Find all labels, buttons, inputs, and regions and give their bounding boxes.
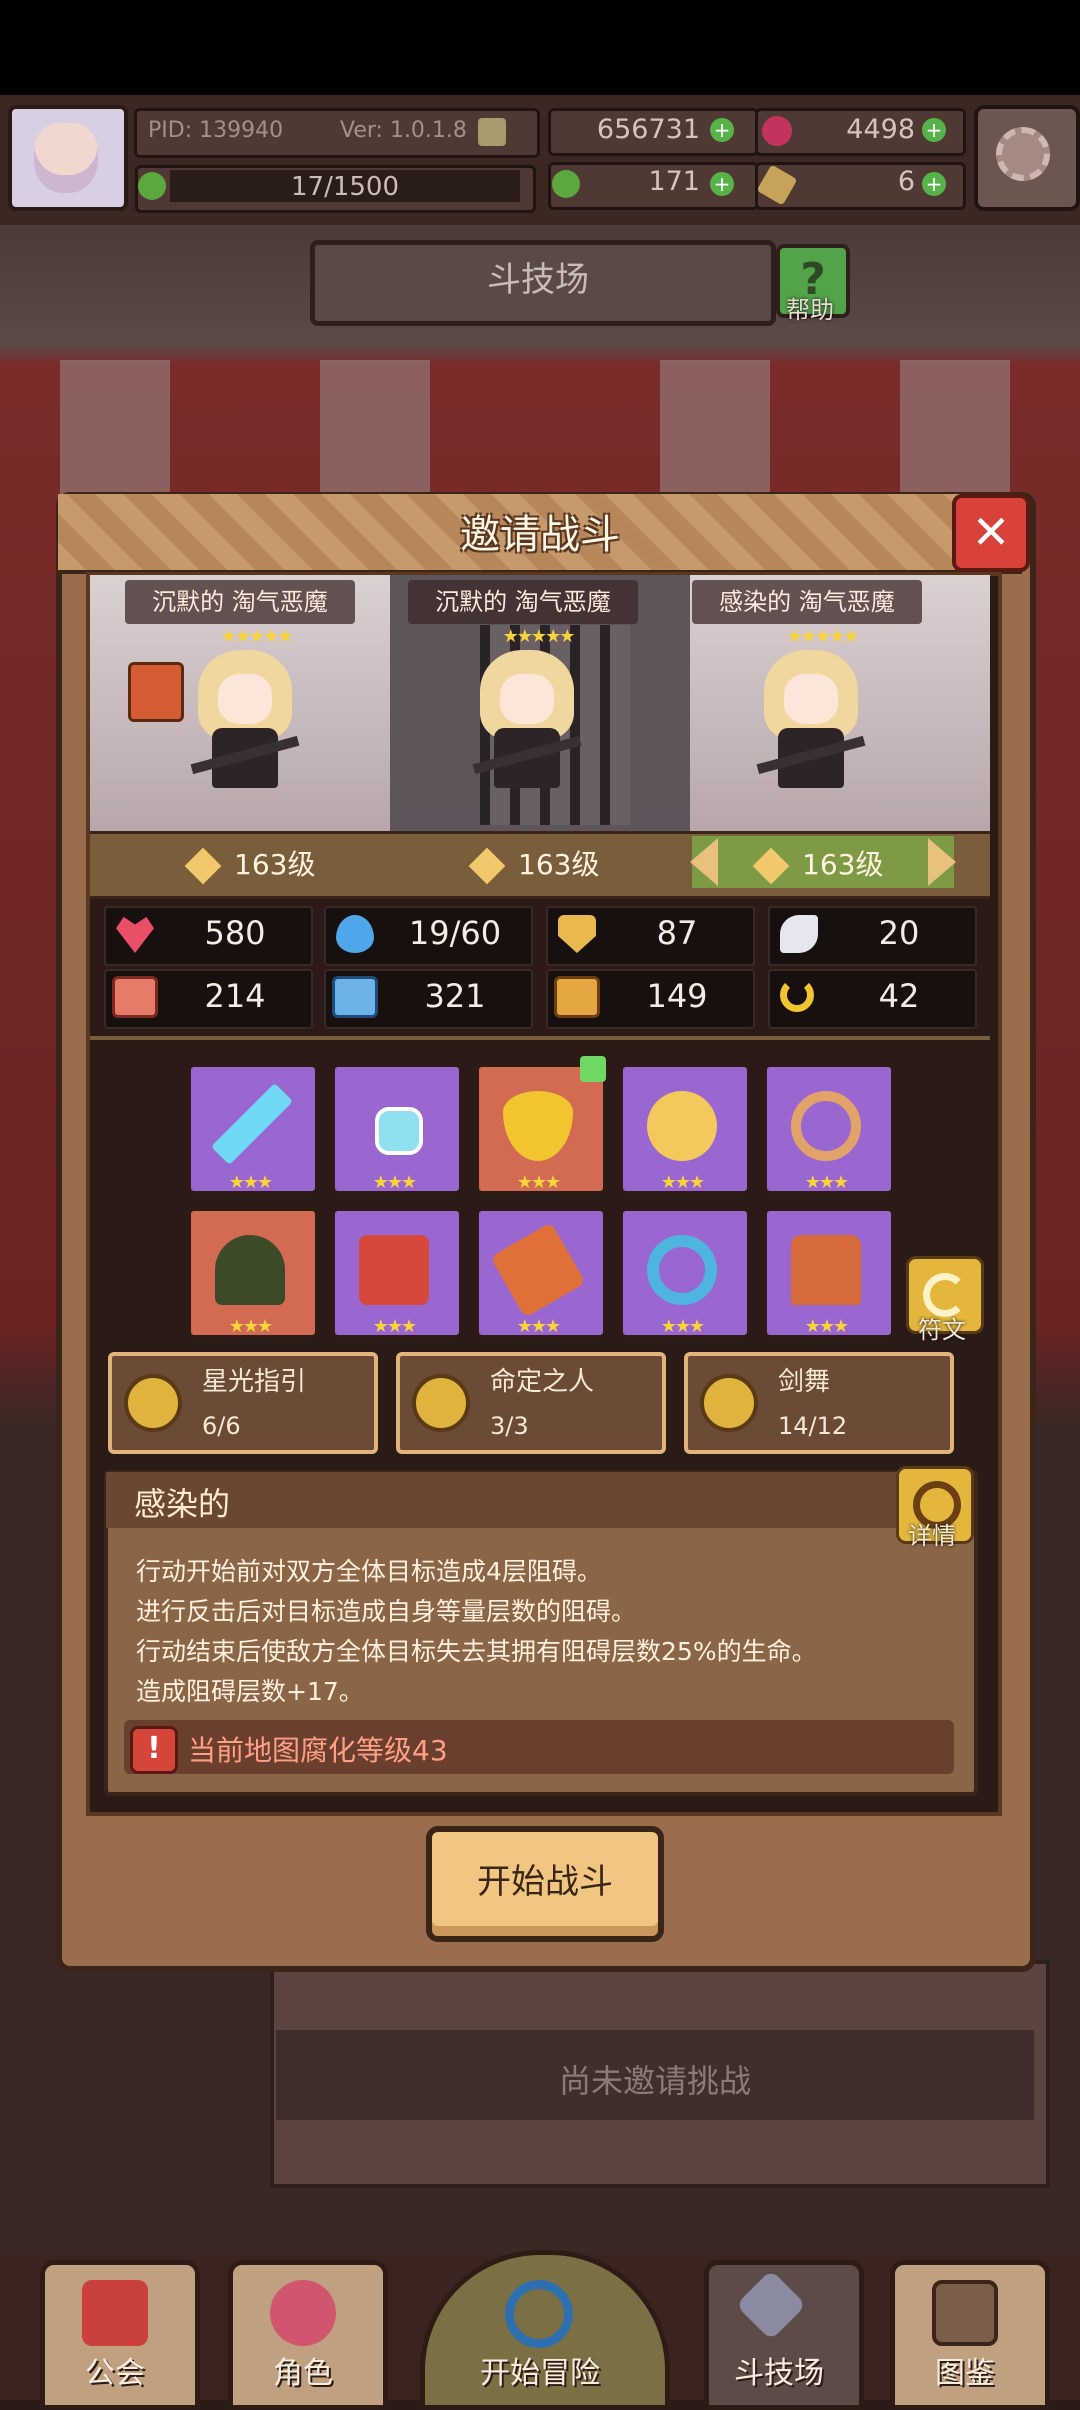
stat-defense-value: 87 (656, 914, 698, 952)
set-name-3: 剑舞 (778, 1367, 831, 1397)
water-drop-icon (336, 915, 374, 953)
level-text-2: 163级 (518, 848, 600, 881)
divider (90, 1036, 990, 1040)
exclamation-icon: ! (130, 1726, 178, 1774)
stat-attack-value: 214 (204, 977, 266, 1015)
clover-icon (138, 172, 166, 200)
nav-character-label: 角色 (273, 2356, 333, 2391)
item-stars: ★★★ (804, 1316, 849, 1337)
player-avatar[interactable] (8, 105, 128, 211)
opponent-name-3: 感染的 淘气恶魔 (692, 580, 922, 624)
game-version: Ver: 1.0.1.8 (340, 118, 467, 143)
set-count-1: 6/6 (202, 1412, 241, 1440)
set-coin-icon (700, 1374, 758, 1432)
item-stars: ★★★ (372, 1316, 417, 1337)
key-amount: 6 (897, 166, 915, 197)
opponent-stars-3: ★★★★★ (786, 626, 860, 647)
clover-amount: 171 (648, 166, 700, 197)
nav-start-adventure-label: 开始冒险 (480, 2356, 600, 2391)
item-stars: ★★★ (372, 1172, 417, 1193)
close-button[interactable]: ✕ (952, 494, 1030, 572)
opponent-stars-1: ★★★★★ (220, 626, 294, 647)
fist-icon (112, 976, 158, 1018)
item-stars: ★★★ (516, 1316, 561, 1337)
add-clover-icon[interactable]: + (710, 172, 734, 196)
magnifier-icon (505, 2280, 573, 2348)
set-count-3: 14/12 (778, 1412, 848, 1440)
stat-mana-value: 19/60 (408, 914, 502, 952)
affix-line-3: 行动结束后使敌方全体目标失去其拥有阻碍层数25%的生命。 (136, 1637, 817, 1666)
item-stars: ★★★ (228, 1172, 273, 1193)
coin-icon (478, 118, 506, 146)
affix-line-4: 造成阻碍层数+17。 (136, 1677, 364, 1706)
affix-header (106, 1472, 968, 1528)
nav-codex-label: 图鉴 (935, 2356, 995, 2391)
codex-icon (932, 2280, 998, 2346)
gem-amount: 4498 (846, 114, 915, 145)
wing-icon (780, 915, 818, 953)
armor-icon (554, 976, 600, 1018)
level-text-3: 163级 (802, 848, 884, 881)
stat-speed-value: 20 (878, 914, 920, 952)
opponent-sprite-1[interactable] (190, 650, 300, 800)
set-coin-icon (124, 1374, 182, 1432)
set-name-1: 星光指引 (202, 1367, 307, 1397)
challenge-status: 尚未邀请挑战 (558, 2062, 751, 2100)
opponent-level-3[interactable]: 163级 (752, 843, 958, 885)
item-stars: ★★★ (804, 1172, 849, 1193)
clover-icon-2 (552, 170, 580, 198)
affix-line-2: 进行反击后对目标造成自身等量层数的阻碍。 (136, 1597, 637, 1626)
opponent-stars-2: ★★★★★ (502, 626, 576, 647)
item-stars: ★★★ (228, 1316, 273, 1337)
energy-count: 17/1500 (290, 172, 399, 202)
status-bar (0, 0, 1080, 95)
opponent-level-2[interactable]: 163级 (468, 843, 674, 885)
stat-armor-value: 149 (646, 977, 708, 1015)
add-key-icon[interactable]: + (922, 172, 946, 196)
item-stars: ★★★ (660, 1316, 705, 1337)
stat-magic-value: 321 (424, 977, 486, 1015)
opponent-name-1: 沉默的 淘气恶魔 (125, 580, 355, 624)
nav-arena-label: 斗技场 (734, 2356, 824, 2391)
opponent-sprite-2[interactable] (472, 650, 582, 800)
add-gem-icon[interactable]: + (922, 118, 946, 142)
detail-label: 详情 (908, 1522, 956, 1550)
set-count-2: 3/3 (490, 1412, 529, 1440)
add-gold-icon[interactable]: + (710, 118, 734, 142)
affix-line-1: 行动开始前对双方全体目标造成4层阻碍。 (136, 1557, 602, 1586)
nav-guild-label: 公会 (85, 2356, 145, 2391)
gear-icon (996, 127, 1050, 181)
page-title: 斗技场 (487, 260, 589, 300)
player-id: PID: 139940 (148, 118, 284, 143)
set-coin-icon (412, 1374, 470, 1432)
stat-hp-value: 580 (204, 914, 266, 952)
gem-icon (762, 116, 792, 146)
start-battle-label: 开始战斗 (477, 1862, 613, 1902)
help-label: 帮助 (786, 296, 834, 324)
opponent-sprite-3[interactable] (756, 650, 866, 800)
opponent-name-2: 沉默的 淘气恶魔 (408, 580, 638, 624)
opponent-level-1[interactable]: 163级 (184, 843, 390, 885)
affix-title: 感染的 (134, 1485, 231, 1523)
rune-label: 符文 (918, 1316, 966, 1344)
level-text-1: 163级 (234, 848, 316, 881)
corruption-text: 当前地图腐化等级43 (188, 1734, 448, 1767)
dialog-title: 邀请战斗 (460, 512, 620, 558)
upgrade-arrow-icon (580, 1056, 606, 1082)
character-icon (270, 2280, 336, 2346)
item-stars: ★★★ (516, 1172, 561, 1193)
lock-icon (128, 662, 184, 722)
stat-luck-value: 42 (878, 977, 920, 1015)
set-name-2: 命定之人 (490, 1367, 595, 1397)
gold-amount: 656731 (596, 114, 700, 145)
horseshoe-icon (780, 978, 814, 1012)
guild-icon (82, 2280, 148, 2346)
item-stars: ★★★ (660, 1172, 705, 1193)
book-icon (332, 976, 378, 1018)
